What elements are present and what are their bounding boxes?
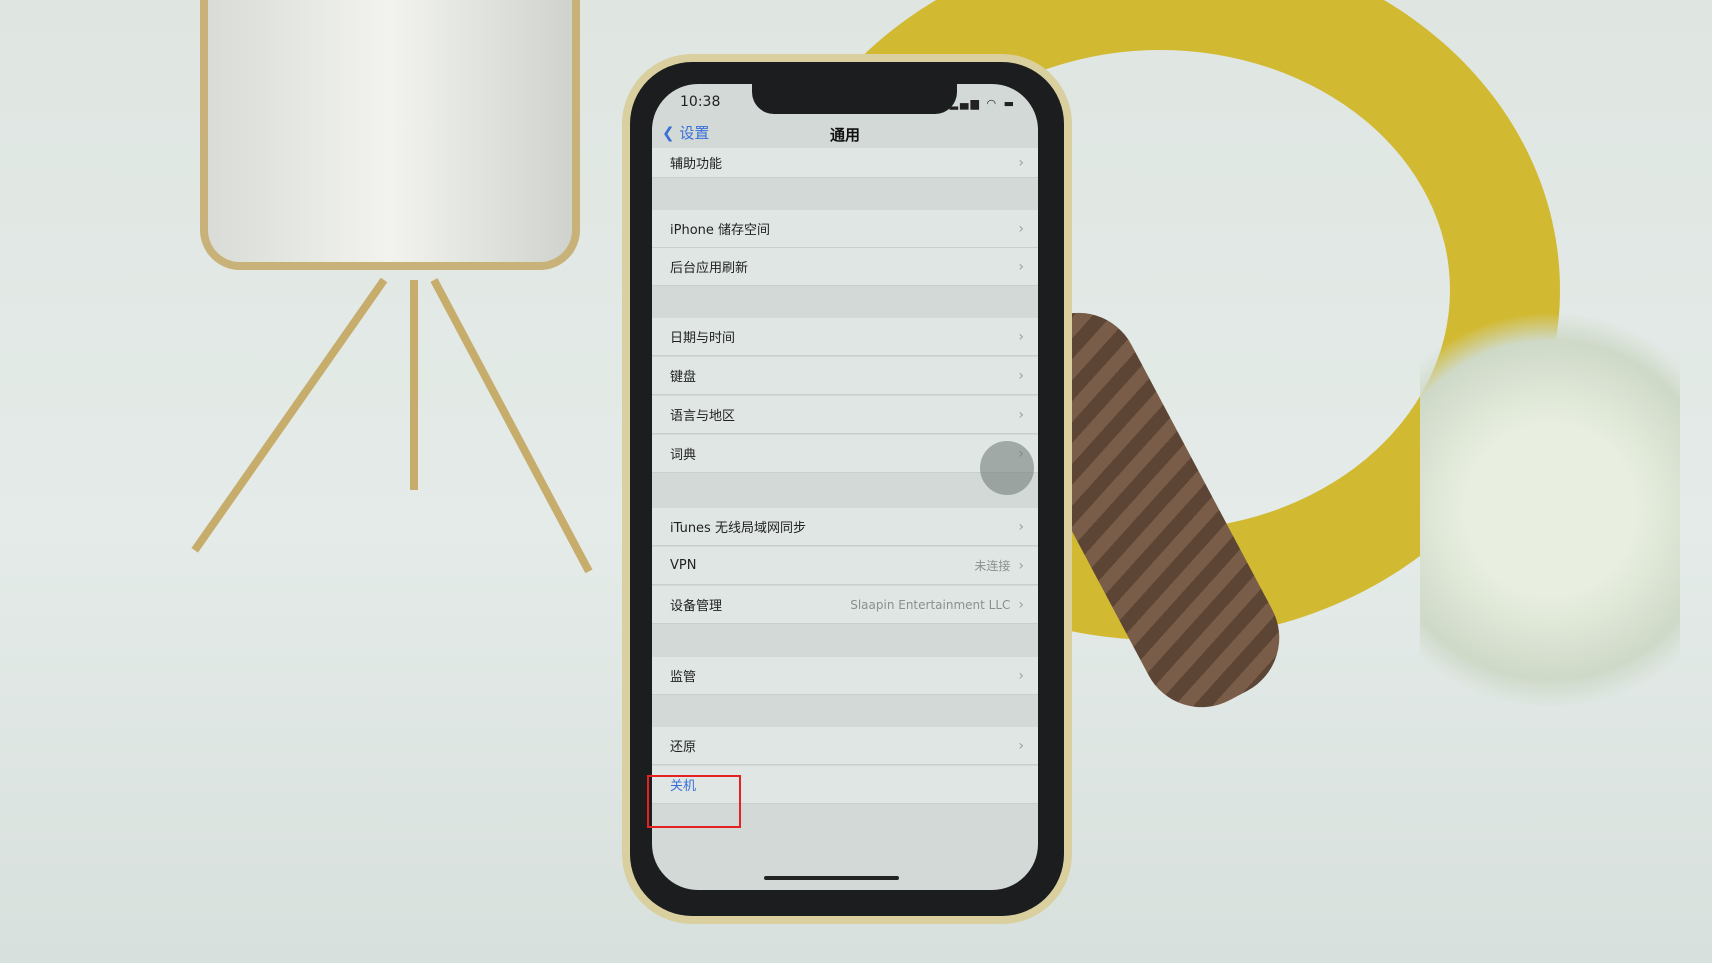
row-label: 后台应用刷新 <box>670 261 749 276</box>
chevron-right-icon: › <box>1018 557 1024 574</box>
chevron-right-icon: › <box>1018 406 1024 423</box>
row-vpn[interactable]: VPN 未连接 › <box>652 547 1038 585</box>
chevron-right-icon: › <box>1018 667 1024 684</box>
row-iphone-storage[interactable]: iPhone 储存空间 › <box>652 210 1038 248</box>
chevron-right-icon: › <box>1018 154 1024 171</box>
row-label: 日期与时间 <box>670 331 736 346</box>
row-label: 辅助功能 <box>670 157 723 172</box>
stand-leg <box>430 278 593 574</box>
status-icons: ▂▄▆ ◠ ▬ <box>950 97 1016 110</box>
row-keyboard[interactable]: 键盘 › <box>652 357 1038 395</box>
chevron-right-icon: › <box>1018 220 1024 237</box>
row-label: 语言与地区 <box>670 409 736 424</box>
chevron-right-icon: › <box>1018 258 1024 275</box>
row-background-refresh[interactable]: 后台应用刷新 › <box>652 248 1038 286</box>
row-label: 监管 <box>670 670 697 685</box>
chevron-right-icon: › <box>1018 328 1024 345</box>
battery-icon: ▬ <box>1003 97 1016 110</box>
assistive-touch-button[interactable] <box>980 441 1034 495</box>
row-value: Slaapin Entertainment LLC <box>850 597 1011 612</box>
row-label: 设备管理 <box>670 599 723 614</box>
plant-pot <box>200 0 580 270</box>
chevron-right-icon: › <box>1018 518 1024 535</box>
row-value: 未连接 <box>974 559 1011 573</box>
star-ornament <box>1420 260 1680 760</box>
wifi-icon: ◠ <box>986 97 999 110</box>
row-accessibility[interactable]: 辅助功能 › <box>652 148 1038 178</box>
row-itunes-wifi-sync[interactable]: iTunes 无线局域网同步 › <box>652 508 1038 546</box>
row-label: iTunes 无线局域网同步 <box>670 521 806 536</box>
stand-leg <box>410 280 418 490</box>
settings-screen: 10:38 ▂▄▆ ◠ ▬ ❮ 设置 通用 辅助功能 › iPhone 储存空间 ›… <box>652 84 1038 890</box>
row-label: VPN <box>670 558 697 573</box>
status-time: 10:38 <box>680 94 721 110</box>
notch <box>752 84 957 114</box>
row-device-management[interactable]: 设备管理 Slaapin Entertainment LLC › <box>652 586 1038 624</box>
row-label: 词典 <box>670 448 697 463</box>
row-language-region[interactable]: 语言与地区 › <box>652 396 1038 434</box>
chevron-right-icon: › <box>1018 737 1024 754</box>
row-reset[interactable]: 还原 › <box>652 727 1038 765</box>
row-label: 键盘 <box>670 370 697 385</box>
chevron-right-icon: › <box>1018 367 1024 384</box>
row-supervision[interactable]: 监管 › <box>652 657 1038 695</box>
signal-icon: ▂▄▆ <box>949 97 981 110</box>
page-title: 通用 <box>829 126 860 144</box>
row-label: iPhone 储存空间 <box>670 223 771 238</box>
stand-leg <box>191 277 388 553</box>
highlight-box <box>647 775 741 828</box>
home-indicator[interactable] <box>764 876 899 880</box>
chevron-right-icon: › <box>1018 596 1024 613</box>
row-label: 还原 <box>670 740 697 755</box>
row-date-time[interactable]: 日期与时间 › <box>652 318 1038 356</box>
